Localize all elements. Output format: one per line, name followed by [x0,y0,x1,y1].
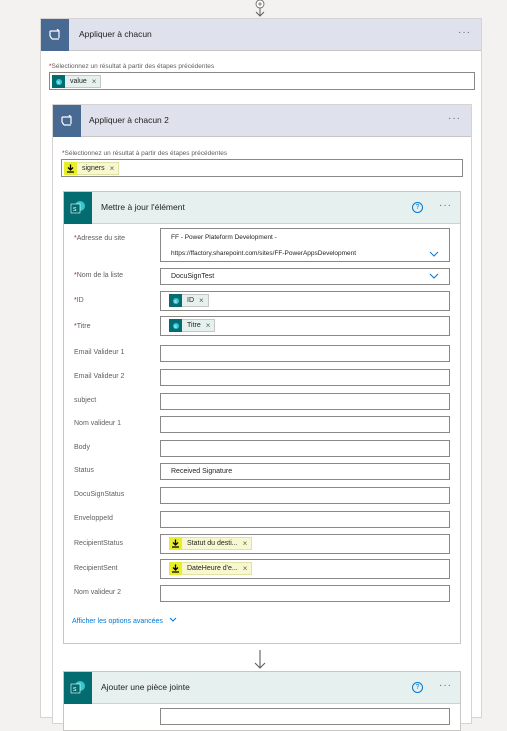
status-label: Status [74,467,94,474]
recipient-status-token[interactable]: Statut du desti... × [169,537,253,550]
select-output-input[interactable]: signers × [61,159,463,177]
recipient-status-input[interactable]: Statut du desti... × [160,534,450,554]
signers-token-label: signers [82,165,105,172]
more-options-icon[interactable]: ··· [448,113,461,124]
add-attachment-header[interactable]: s Ajouter une pièce jointe ? ··· [64,672,460,704]
site-address-line1: FF - Power Plateform Development - [171,234,277,241]
site-address-label: *Adresse du site [74,235,125,242]
value-token-label: value [70,78,87,85]
recipient-sent-input[interactable]: DateHeure d'e... × [160,559,450,579]
help-icon[interactable]: ? [412,682,423,693]
select-output-label: *Sélectionnez un résultat à partir des é… [62,150,227,157]
recipient-status-token-label: Statut du desti... [187,540,238,547]
chevron-down-icon[interactable] [429,272,439,280]
recipient-status-label: RecipientStatus [74,540,124,547]
recipient-sent-token[interactable]: DateHeure d'e... × [169,562,253,575]
list-name-label: *Nom de la liste [74,272,124,279]
sharepoint-icon: s [52,75,65,88]
titre-token-label: Titre [187,322,201,329]
email-validator-2-label: Email Valideur 2 [74,373,125,380]
add-attachment-title: Ajouter une pièce jointe [101,682,190,692]
more-options-icon[interactable]: ··· [439,200,452,211]
update-item-title: Mettre à jour l'élément [101,202,185,212]
update-item-card: s Mettre à jour l'élément ? ··· *Adresse… [63,191,461,644]
envelope-id-label: EnveloppeId [74,515,113,522]
signers-token[interactable]: signers × [64,162,120,175]
remove-token-icon[interactable]: × [243,539,248,548]
select-output-text: Sélectionnez un résultat à partir des ét… [51,63,215,70]
id-token-label: ID [187,297,194,304]
docusign-icon [64,162,77,175]
list-name-dropdown[interactable]: DocuSignTest [160,268,450,285]
add-attachment-first-field[interactable] [160,708,450,725]
nom-valideur-2-input[interactable] [160,585,450,602]
select-output-text: Sélectionnez un résultat à partir des ét… [64,150,228,157]
site-address-line2: https://ffactory.sharepoint.com/sites/FF… [171,250,357,257]
list-name-value: DocuSignTest [171,273,215,280]
id-input[interactable]: s ID × [160,291,450,311]
loop-icon [53,105,81,137]
more-options-icon[interactable]: ··· [439,680,452,691]
id-token[interactable]: s ID × [169,294,209,307]
sharepoint-icon: s [169,319,182,332]
show-advanced-options-link[interactable]: Afficher les options avancées [72,617,177,625]
sharepoint-icon: s [169,294,182,307]
help-icon[interactable]: ? [412,202,423,213]
body-label: Body [74,444,90,451]
update-item-header[interactable]: s Mettre à jour l'élément ? ··· [64,192,460,224]
remove-token-icon[interactable]: × [110,164,115,173]
apply-to-each-2-header[interactable]: Appliquer à chacun 2 ··· [53,105,471,137]
email-validator-1-label: Email Valideur 1 [74,349,125,356]
chevron-down-icon[interactable] [429,250,439,258]
remove-token-icon[interactable]: × [92,77,97,86]
id-label: *ID [74,297,84,304]
status-input[interactable]: Received Signature [160,463,450,480]
select-output-input[interactable]: s value × [49,72,475,90]
subject-label: subject [74,397,97,404]
remove-token-icon[interactable]: × [243,564,248,573]
apply-to-each-header[interactable]: Appliquer à chacun ··· [41,19,481,51]
value-token[interactable]: s value × [52,75,102,88]
email-validator-1-input[interactable] [160,345,450,362]
nom-valideur-1-label: Nom valideur 1 [74,420,122,427]
nom-valideur-2-label: Nom valideur 2 [74,589,122,596]
status-value: Received Signature [171,468,233,475]
subject-input[interactable] [160,393,450,410]
recipient-sent-label: RecipientSent [74,565,118,572]
recipient-sent-token-label: DateHeure d'e... [187,565,238,572]
apply-to-each-title: Appliquer à chacun [79,29,152,39]
docusign-status-input[interactable] [160,487,450,504]
sharepoint-icon: s [64,192,92,224]
email-validator-2-input[interactable] [160,369,450,386]
loop-icon [41,19,69,51]
sharepoint-icon: s [64,672,92,704]
add-step-connector[interactable] [253,0,267,18]
site-address-dropdown[interactable]: FF - Power Plateform Development - https… [160,228,450,262]
remove-token-icon[interactable]: × [206,321,211,330]
docusign-status-label: DocuSignStatus [74,491,125,498]
body-input[interactable] [160,440,450,457]
docusign-icon [169,537,182,550]
add-attachment-card: s Ajouter une pièce jointe ? ··· [63,671,461,731]
apply-to-each-2-title: Appliquer à chacun 2 [89,115,169,125]
titre-token[interactable]: s Titre × [169,319,216,332]
nom-valideur-1-input[interactable] [160,416,450,433]
docusign-icon [169,562,182,575]
remove-token-icon[interactable]: × [199,296,204,305]
select-output-label: *Sélectionnez un résultat à partir des é… [49,63,214,70]
titre-input[interactable]: s Titre × [160,316,450,336]
envelope-id-input[interactable] [160,511,450,528]
titre-label: *Titre [74,323,91,330]
chevron-down-icon [169,617,177,622]
svg-text:s: s [73,206,77,213]
arrow-down-icon [254,650,266,669]
apply-to-each-2-card: Appliquer à chacun 2 ··· *Sélectionnez u… [52,104,472,731]
more-options-icon[interactable]: ··· [458,27,471,38]
svg-text:s: s [73,686,77,693]
